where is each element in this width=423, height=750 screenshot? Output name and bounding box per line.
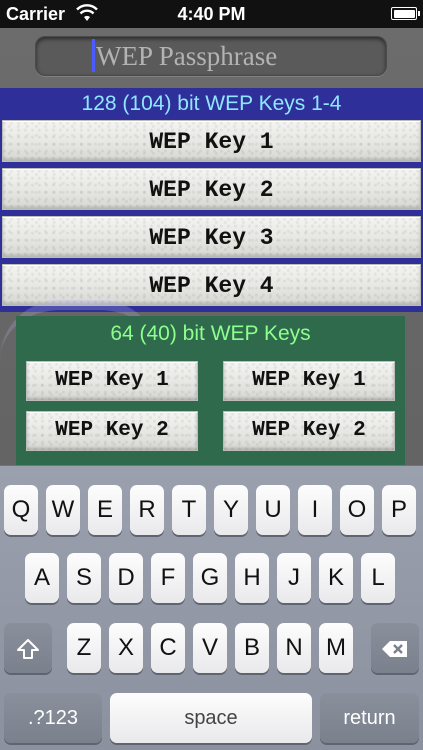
key-i[interactable]: I <box>298 485 332 535</box>
key-s[interactable]: S <box>67 553 101 603</box>
key-x[interactable]: X <box>109 623 143 673</box>
wep-64-right-key-2-button[interactable]: WEP Key 2 <box>223 411 395 451</box>
battery-icon <box>391 7 420 20</box>
shift-arrow-icon <box>17 638 39 659</box>
wep-128-key-1-button[interactable]: WEP Key 1 <box>2 120 421 162</box>
space-key[interactable]: space <box>110 693 312 743</box>
numbers-key[interactable]: .?123 <box>4 693 102 743</box>
key-g[interactable]: G <box>193 553 227 603</box>
key-u[interactable]: U <box>256 485 290 535</box>
key-b[interactable]: B <box>235 623 269 673</box>
wep-128-panel: 128 (104) bit WEP Keys 1-4 WEP Key 1 WEP… <box>0 88 423 312</box>
return-key[interactable]: return <box>320 693 419 743</box>
key-e[interactable]: E <box>88 485 122 535</box>
key-o[interactable]: O <box>340 485 374 535</box>
text-caret <box>92 39 95 72</box>
status-bar: Carrier 4:40 PM <box>0 0 423 28</box>
key-k[interactable]: K <box>319 553 353 603</box>
backspace-icon <box>382 640 407 657</box>
wep-128-key-3-button[interactable]: WEP Key 3 <box>2 216 421 258</box>
onscreen-keyboard: Q W E R T Y U I O P A S D F G H J K L Z … <box>0 465 423 750</box>
wep-64-left-key-2-button[interactable]: WEP Key 2 <box>26 411 198 451</box>
status-time: 4:40 PM <box>177 4 246 24</box>
passphrase-field[interactable] <box>35 36 387 76</box>
delete-key[interactable] <box>371 623 419 673</box>
key-v[interactable]: V <box>193 623 227 673</box>
passphrase-input[interactable] <box>36 37 386 75</box>
key-t[interactable]: T <box>172 485 206 535</box>
key-d[interactable]: D <box>109 553 143 603</box>
key-a[interactable]: A <box>25 553 59 603</box>
key-r[interactable]: R <box>130 485 164 535</box>
key-w[interactable]: W <box>46 485 80 535</box>
key-f[interactable]: F <box>151 553 185 603</box>
wep-64-panel: 64 (40) bit WEP Keys WEP Key 1 WEP Key 2… <box>16 316 405 476</box>
key-z[interactable]: Z <box>67 623 101 673</box>
key-p[interactable]: P <box>382 485 416 535</box>
key-q[interactable]: Q <box>4 485 38 535</box>
key-j[interactable]: J <box>277 553 311 603</box>
wep-64-left-key-1-button[interactable]: WEP Key 1 <box>26 361 198 401</box>
wep-128-title: 128 (104) bit WEP Keys 1-4 <box>81 92 342 115</box>
key-y[interactable]: Y <box>214 485 248 535</box>
key-m[interactable]: M <box>319 623 353 673</box>
key-h[interactable]: H <box>235 553 269 603</box>
shift-key[interactable] <box>4 623 52 673</box>
wep-128-key-2-button[interactable]: WEP Key 2 <box>2 168 421 210</box>
wep-64-title: 64 (40) bit WEP Keys <box>110 322 311 345</box>
key-c[interactable]: C <box>151 623 185 673</box>
key-n[interactable]: N <box>277 623 311 673</box>
key-l[interactable]: L <box>361 553 395 603</box>
wep-64-right-key-1-button[interactable]: WEP Key 1 <box>223 361 395 401</box>
